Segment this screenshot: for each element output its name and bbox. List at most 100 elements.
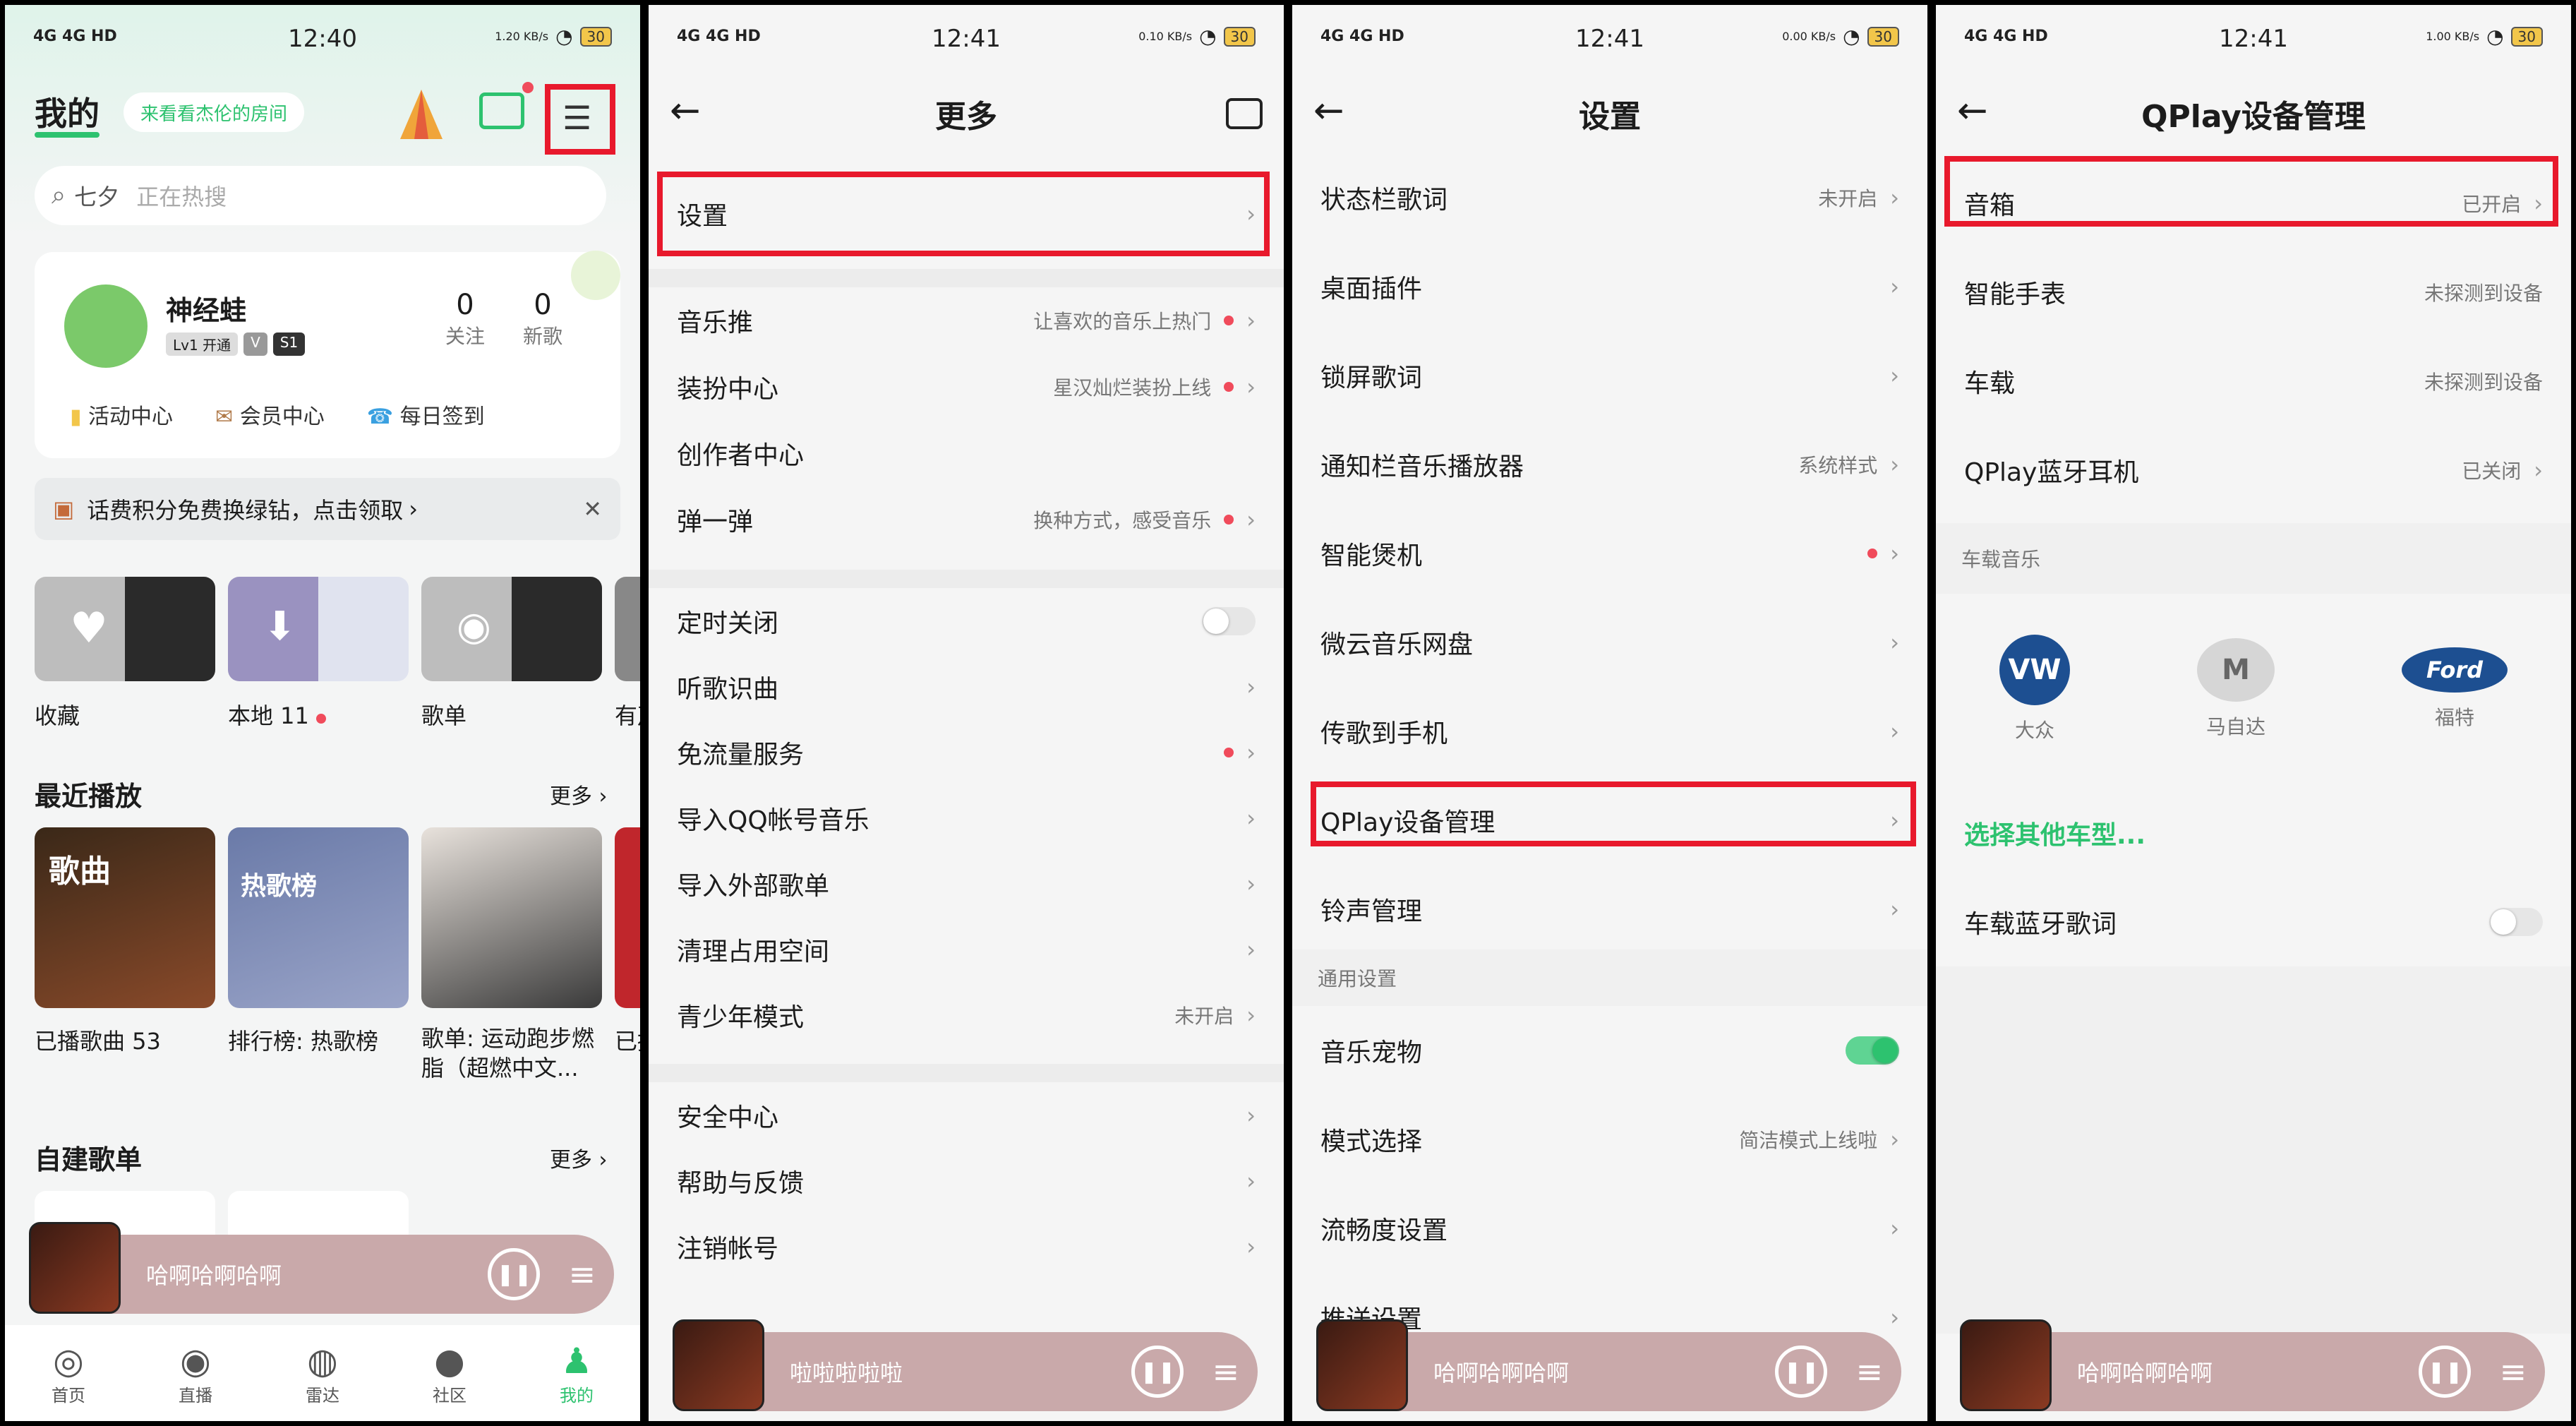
bt-lyrics-toggle[interactable] <box>2489 908 2543 936</box>
recent-card-3[interactable] <box>615 827 640 1008</box>
recent-label-0: 已播歌曲 53 <box>35 1028 161 1055</box>
label-security: 安全中心 <box>677 1103 779 1132</box>
scan-icon[interactable] <box>1226 98 1263 129</box>
shelf-card-local[interactable]: ⬇ <box>228 577 409 681</box>
playlist-icon[interactable]: ≡ <box>1855 1353 1883 1391</box>
promo-banner[interactable]: ▣ 话费积分免费换绿钻，点击领取 › ✕ <box>35 478 620 540</box>
row-smartwatch[interactable]: 智能手表 未探测到设备 <box>1936 248 2571 337</box>
row-lockscreen-lyrics[interactable]: 锁屏歌词 › <box>1292 331 1927 420</box>
mini-player[interactable]: 啦啦啦啦啦 ❚❚ ≡ <box>673 1319 1258 1411</box>
mazda-logo-icon: M <box>2197 638 2275 702</box>
tent-icon[interactable] <box>397 86 446 143</box>
nav-community[interactable]: ● 社区 <box>433 1341 467 1406</box>
red-dot <box>1224 382 1234 392</box>
mini-player-cover[interactable] <box>673 1319 764 1411</box>
pause-icon[interactable]: ❚❚ <box>488 1248 541 1300</box>
nav-radar[interactable]: ◍ 雷达 <box>306 1341 339 1406</box>
checkin-link[interactable]: ☎ 每日签到 <box>367 399 485 430</box>
tab-mine[interactable]: 我的 <box>35 88 100 135</box>
row-security[interactable]: 安全中心 › <box>649 1082 1284 1148</box>
mini-player-controls: ❚❚ ≡ <box>1131 1346 1239 1398</box>
battery-icon: 30 <box>579 26 612 47</box>
mini-player-cover[interactable] <box>1316 1319 1408 1411</box>
row-fluency[interactable]: 流畅度设置 › <box>1292 1184 1927 1273</box>
row-ringtone[interactable]: 铃声管理 › <box>1292 865 1927 954</box>
row-import-qq[interactable]: 导入QQ帐号音乐 › <box>649 785 1284 851</box>
row-teen-mode[interactable]: 青少年模式 未开启 › <box>649 982 1284 1048</box>
row-weiyun[interactable]: 微云音乐网盘 › <box>1292 598 1927 687</box>
recent-card-1[interactable]: 热歌榜 <box>228 827 409 1008</box>
row-notification-player[interactable]: 通知栏音乐播放器 系统样式 › <box>1292 420 1927 509</box>
section-car-music: 车载音乐 <box>1936 523 2571 594</box>
badge-level[interactable]: Lv1 开通 <box>166 332 239 356</box>
playlist-icon[interactable]: ≡ <box>2499 1353 2527 1391</box>
recent-card-0[interactable]: 歌曲 <box>35 827 215 1008</box>
shelf: ♥ 收藏 ⬇ 本地 11 ◉ 歌单 有声 <box>35 577 640 732</box>
brand-ford[interactable]: Ford 福特 <box>2402 647 2508 731</box>
row-mode-select[interactable]: 模式选择 简洁模式上线啦 › <box>1292 1095 1927 1184</box>
nav-home[interactable]: ◎ 首页 <box>52 1341 85 1406</box>
activity-link[interactable]: ▮ 活动中心 <box>70 399 173 430</box>
medal-icon[interactable] <box>571 251 620 300</box>
nav-mine[interactable]: ♟ 我的 <box>560 1341 594 1406</box>
nav-live[interactable]: ◉ 直播 <box>179 1341 212 1406</box>
row-music-push[interactable]: 音乐推 让喜欢的音乐上热门 › <box>649 287 1284 354</box>
timer-toggle[interactable] <box>1202 606 1256 635</box>
pause-icon[interactable]: ❚❚ <box>1131 1346 1184 1398</box>
shelf-card-playlists[interactable]: ◉ <box>421 577 602 681</box>
follow-stat[interactable]: 0 关注 <box>437 289 493 349</box>
row-bt-earphone[interactable]: QPlay蓝牙耳机 已关闭 › <box>1936 426 2571 515</box>
pause-icon[interactable]: ❚❚ <box>1775 1346 1828 1398</box>
row-bt-lyrics[interactable]: 车载蓝牙歌词 <box>1936 877 2571 966</box>
row-import-external[interactable]: 导入外部歌单 › <box>649 851 1284 916</box>
shelf-card-audio[interactable] <box>615 577 640 681</box>
row-clear-space[interactable]: 清理占用空间 › <box>649 916 1284 982</box>
avatar[interactable] <box>61 282 150 371</box>
mini-player-cover[interactable] <box>29 1222 121 1314</box>
shelf-card-favorites[interactable]: ♥ <box>35 577 215 681</box>
mini-player-cover[interactable] <box>1960 1319 2052 1411</box>
mini-player[interactable]: 哈啊哈啊哈啊 ❚❚ ≡ <box>29 1222 614 1314</box>
music-pet-toggle[interactable] <box>1846 1036 1899 1065</box>
search-input[interactable]: ⌕ 七夕 正在热搜 <box>35 166 606 225</box>
brand-mazda[interactable]: M 马自达 <box>2197 638 2275 740</box>
label-lockscreen-lyrics: 锁屏歌词 <box>1320 364 1423 393</box>
new-stat[interactable]: 0 新歌 <box>514 289 571 349</box>
more-menu-icon[interactable]: ☰ <box>562 97 605 139</box>
pause-icon[interactable]: ❚❚ <box>2419 1346 2472 1398</box>
row-desktop-widget[interactable]: 桌面插件 › <box>1292 242 1927 331</box>
row-timer-off[interactable]: 定时关闭 <box>649 588 1284 654</box>
vip-link[interactable]: ✉ 会员中心 <box>215 399 325 430</box>
mini-player[interactable]: 哈啊哈啊哈啊 ❚❚ ≡ <box>1960 1319 2545 1411</box>
row-music-pet[interactable]: 音乐宠物 <box>1292 1006 1927 1095</box>
row-deactivate[interactable]: 注销帐号 › <box>649 1214 1284 1279</box>
brand-vw[interactable]: VW 大众 <box>1999 635 2070 743</box>
row-flick[interactable]: 弹一弹 换种方式，感受音乐 › <box>649 486 1284 553</box>
header: ← 更多 <box>649 73 1284 156</box>
recent-more-link[interactable]: 更多 › <box>550 779 608 810</box>
recent-card-2[interactable] <box>421 827 602 1008</box>
badge-vip[interactable]: V <box>243 332 267 356</box>
self-more-link[interactable]: 更多 › <box>550 1142 608 1173</box>
mail-icon[interactable] <box>479 82 534 129</box>
room-button[interactable]: 来看看杰伦的房间 <box>124 92 305 132</box>
row-transfer-to-phone[interactable]: 传歌到手机 › <box>1292 687 1927 776</box>
playlist-icon[interactable]: ≡ <box>1212 1353 1239 1391</box>
row-car[interactable]: 车载 未探测到设备 <box>1936 337 2571 426</box>
label-car: 车载 <box>1964 369 2016 398</box>
row-help[interactable]: 帮助与反馈 › <box>649 1148 1284 1214</box>
badge-s[interactable]: S1 <box>272 332 306 356</box>
row-creator-center[interactable]: 创作者中心 <box>649 420 1284 486</box>
row-smart-burnin[interactable]: 智能煲机 › <box>1292 509 1927 598</box>
ford-logo-icon: Ford <box>2402 647 2508 693</box>
section-car-music-label: 车载音乐 <box>1961 548 2041 571</box>
row-free-data[interactable]: 免流量服务 › <box>649 719 1284 785</box>
row-dress-center[interactable]: 装扮中心 星汉灿烂装扮上线 › <box>649 354 1284 420</box>
banner-close-icon[interactable]: ✕ <box>583 496 602 522</box>
row-statusbar-lyrics[interactable]: 状态栏歌词 未开启 › <box>1292 153 1927 242</box>
playlist-icon[interactable]: ≡ <box>568 1255 596 1293</box>
mini-player[interactable]: 哈啊哈啊哈啊 ❚❚ ≡ <box>1316 1319 1901 1411</box>
row-other-car[interactable]: 选择其他车型... <box>1936 789 2571 877</box>
net-speed: 1.00 KB/s <box>2426 30 2480 43</box>
row-song-recognition[interactable]: 听歌识曲 › <box>649 654 1284 719</box>
